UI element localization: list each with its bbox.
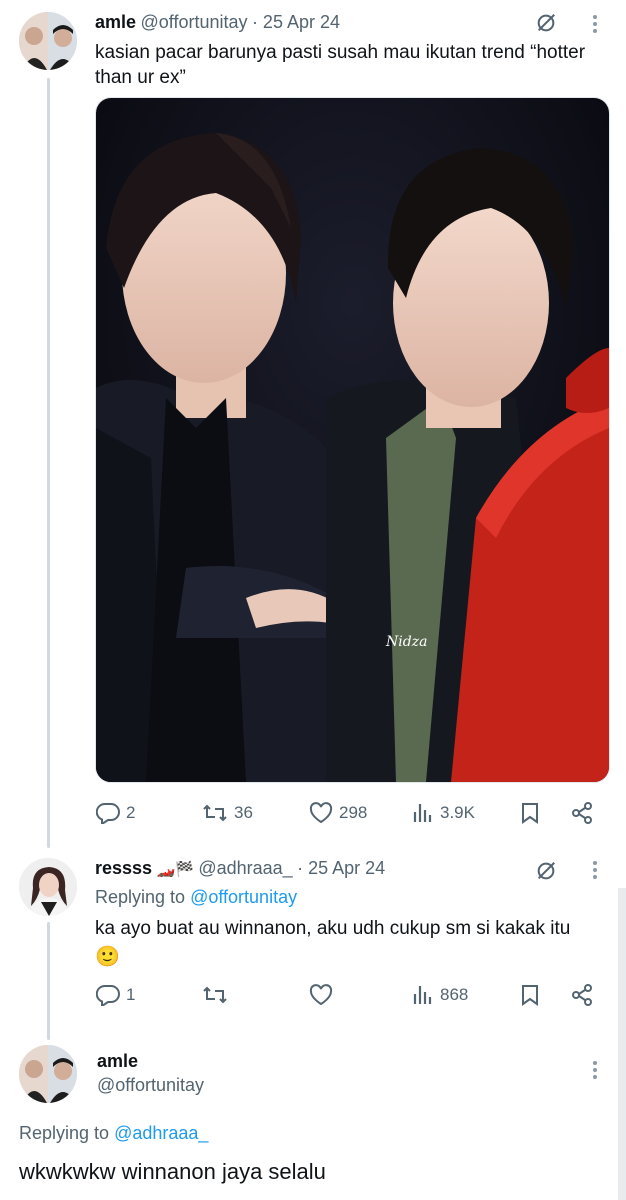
replying-label: Replying to [19, 1123, 110, 1143]
like-icon [309, 802, 333, 824]
views-count: 3.9K [440, 803, 475, 822]
reply-count: 2 [126, 803, 136, 822]
tweet-photo[interactable]: Nidza [95, 97, 610, 783]
bookmark-icon [522, 985, 538, 1006]
views-count: 868 [440, 985, 469, 1004]
tweet-text: ka ayo buat au winnanon, aku udh cukup s… [95, 918, 571, 939]
reply-count: 1 [126, 985, 136, 1004]
retweet-count: 36 [234, 803, 253, 822]
like-icon [309, 984, 333, 1006]
retweet-icon [203, 804, 227, 822]
views-icon [413, 986, 432, 1004]
grok-icon[interactable] [535, 12, 557, 39]
thread-line [47, 78, 50, 848]
replying-label: Replying to [95, 887, 186, 907]
reply-button[interactable]: 2 [96, 802, 135, 824]
avatar-image [19, 12, 77, 70]
scrollbar[interactable] [618, 888, 626, 1200]
name-emojis: 🏎️🏁 [156, 861, 194, 878]
tweet-date[interactable]: · 25 Apr 24 [252, 12, 340, 32]
tweet-text: kasian pacar barunya pasti susah mau iku… [95, 42, 586, 88]
like-button[interactable] [309, 984, 333, 1006]
display-name[interactable]: amle [97, 1051, 138, 1072]
views-button[interactable]: 868 [412, 984, 468, 1006]
avatar[interactable] [19, 12, 77, 70]
share-button[interactable] [570, 802, 594, 824]
reply-icon [96, 984, 120, 1006]
avatar[interactable] [19, 858, 77, 916]
more-icon[interactable] [592, 14, 598, 39]
tweet-emoji: 🙂 [95, 946, 120, 968]
photo-image: Nidza [96, 98, 609, 782]
photo-watermark: Nidza [385, 634, 427, 650]
display-name[interactable]: amle [95, 12, 136, 32]
views-button[interactable]: 3.9K [412, 802, 475, 824]
retweet-icon [203, 986, 227, 1004]
views-icon [413, 804, 432, 822]
like-button[interactable]: 298 [309, 802, 367, 824]
share-icon [572, 802, 592, 824]
grok-icon[interactable] [535, 860, 557, 887]
avatar-image [19, 1045, 77, 1103]
more-icon[interactable] [592, 860, 598, 885]
more-icon[interactable] [592, 1060, 598, 1085]
display-name[interactable]: ressss [95, 858, 152, 878]
reply-button[interactable]: 1 [96, 984, 135, 1006]
replying-to-link[interactable]: @adhraaa_ [114, 1123, 208, 1143]
handle[interactable]: @offortunitay [140, 12, 247, 32]
replying-to-link[interactable]: @offortunitay [190, 887, 297, 907]
retweet-button[interactable] [202, 984, 228, 1006]
reply-icon [96, 802, 120, 824]
bookmark-button[interactable] [520, 802, 540, 824]
share-button[interactable] [570, 984, 594, 1006]
handle[interactable]: @offortunitay [97, 1075, 204, 1096]
handle[interactable]: @adhraaa_ [198, 858, 292, 878]
retweet-button[interactable]: 36 [202, 802, 253, 824]
thread-line [47, 922, 50, 1040]
avatar[interactable] [19, 1045, 77, 1103]
tweet-text: wkwkwkw winnanon jaya selalu [19, 1159, 326, 1184]
bookmark-button[interactable] [520, 984, 540, 1006]
avatar-image [19, 858, 77, 916]
tweet-date[interactable]: · 25 Apr 24 [297, 858, 385, 878]
like-count: 298 [339, 803, 368, 822]
share-icon [572, 984, 592, 1006]
bookmark-icon [522, 803, 538, 824]
